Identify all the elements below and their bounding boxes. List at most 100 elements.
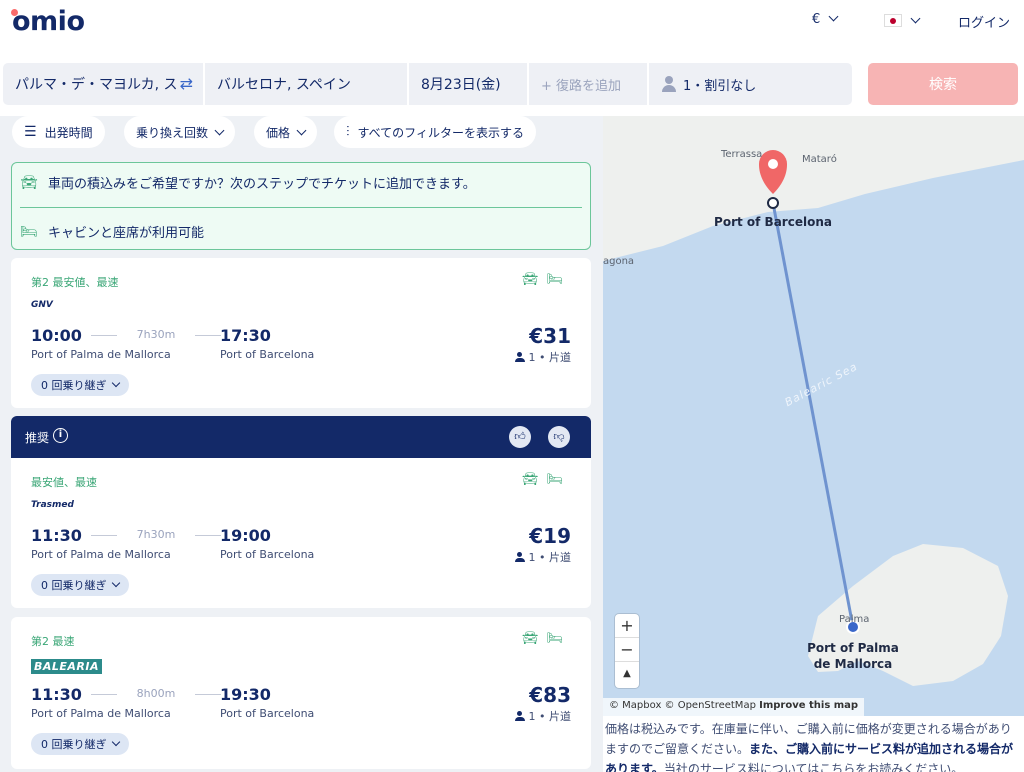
amenity-icons: 🚘︎🛏︎	[522, 272, 571, 287]
origin-value: パルマ・デ・マヨルカ, ス	[15, 77, 178, 93]
car-icon: 🚘︎	[521, 272, 547, 287]
origin-field[interactable]: パルマ・デ・マヨルカ, ス ⇄	[3, 63, 203, 105]
login-link[interactable]: ログイン	[958, 12, 1010, 31]
map-label-palma: Palma	[839, 614, 870, 625]
top-header: omio € ログイン	[0, 0, 1024, 52]
vehicle-notice: 🚘︎ 車両の積込みをご希望ですか？次のステップでチケットに追加できます。 🛏︎ …	[11, 162, 591, 250]
currency-selector[interactable]: €	[812, 11, 839, 27]
transfers-label: 0 回乗り継ぎ	[41, 379, 107, 392]
chevron-down-icon	[111, 578, 120, 588]
date-field[interactable]: 8月23日(金)	[409, 63, 527, 105]
chevron-down-icon	[296, 125, 307, 135]
zoom-in-button[interactable]: +	[615, 614, 639, 638]
port-barcelona-label: Port of Barcelona	[714, 215, 832, 229]
result-card[interactable]: 第2 最速 🚘︎🛏︎ BALEARIA 11:30 8h00m 19:30 Po…	[11, 617, 591, 769]
omio-logo[interactable]: omio	[12, 6, 85, 37]
destination-station: Port of Barcelona	[220, 348, 315, 361]
bed-icon: 🛏︎	[546, 272, 571, 287]
divider	[20, 207, 582, 208]
destination-field[interactable]: バルセロナ, スペイン	[205, 63, 407, 105]
search-button[interactable]: 検索	[868, 63, 1018, 105]
passenger-info: 1 • 片道	[514, 349, 571, 365]
chevron-down-icon	[214, 125, 225, 135]
filter-transfers[interactable]: 乗り換え回数	[124, 116, 236, 148]
origin-station: Port of Palma de Mallorca	[31, 548, 171, 561]
operator-logo: GNV	[31, 300, 53, 310]
zoom-out-button[interactable]: −	[615, 638, 639, 662]
result-card[interactable]: 最安値、最速 🚘︎🛏︎ Trasmed 11:30 7h30m 19:00 Po…	[11, 458, 591, 608]
filter-all[interactable]: ⫶ すべてのフィルターを表示する	[334, 116, 536, 148]
barcelona-dot	[767, 197, 779, 209]
price: €31	[529, 324, 571, 348]
sort-icon: ☰	[24, 124, 37, 140]
origin-station: Port of Palma de Mallorca	[31, 348, 171, 361]
notice-cabin-row: 🛏︎ キャビンと座席が利用可能	[20, 222, 204, 242]
filter-label: 出発時間	[44, 125, 93, 140]
pin-center	[768, 159, 778, 169]
improve-map-link[interactable]: Improve this map	[759, 700, 858, 711]
destination-station: Port of Barcelona	[220, 707, 315, 720]
notice-vehicle-row: 🚘︎ 車両の積込みをご希望ですか？次のステップでチケットに追加できます。	[20, 173, 476, 193]
map-canvas	[603, 116, 1024, 686]
thumbs-up-icon[interactable]: 👍︎	[509, 426, 531, 448]
person-icon	[514, 352, 525, 362]
filter-label: すべてのフィルターを表示する	[357, 125, 524, 140]
mainland-land	[603, 116, 1024, 261]
service-fee-link[interactable]: 当社のサービス料についてはこちらをお読みください。	[664, 762, 963, 772]
currency-label: €	[812, 12, 821, 27]
origin-station: Port of Palma de Mallorca	[31, 707, 171, 720]
filter-departure-time[interactable]: ☰ 出発時間	[12, 116, 105, 148]
transfers-toggle[interactable]: 0 回乗り継ぎ	[31, 733, 129, 755]
passenger-info: 1 • 片道	[514, 708, 571, 724]
filter-price[interactable]: 価格	[254, 116, 318, 148]
destination-station: Port of Barcelona	[220, 548, 315, 561]
destination-value: バルセロナ, スペイン	[217, 77, 351, 93]
transfers-label: 0 回乗り継ぎ	[41, 738, 107, 751]
operator-logo: BALEARIA	[31, 659, 103, 674]
transfers-label: 0 回乗り継ぎ	[41, 579, 107, 592]
port-palma-line2: de Mallorca	[813, 657, 893, 671]
map-attribution: © Mapbox © OpenStreetMap Improve this ma…	[603, 698, 865, 716]
arrive-time: 19:00	[220, 526, 271, 545]
transfers-toggle[interactable]: 0 回乗り継ぎ	[31, 374, 129, 396]
route-map[interactable]: Terrassa Mataró agona Balearic Sea Palma…	[603, 116, 1024, 716]
transfers-toggle[interactable]: 0 回乗り継ぎ	[31, 574, 129, 596]
language-selector[interactable]	[884, 12, 921, 29]
result-tag: 第2 最安値、最速	[31, 276, 119, 289]
duration: 7h30m	[91, 528, 221, 541]
return-placeholder: + 復路を追加	[541, 78, 622, 94]
notice-vehicle-text: 車両の積込みをご希望ですか？次のステップでチケットに追加できます。	[48, 177, 476, 192]
recommended-label: 推奨	[25, 431, 50, 445]
results-panel: ☰ 出発時間 乗り換え回数 価格 ⫶ すべてのフィルターを表示する 🚘︎ 車両の…	[0, 116, 603, 772]
swap-icon[interactable]: ⇄	[179, 74, 193, 93]
price-disclaimer: 価格は税込みです。在庫量に伴い、ご購入前に価格が変更される場合がありますのでご留…	[605, 719, 1021, 772]
car-icon: 🚘︎	[521, 631, 547, 646]
map-label-terrassa: Terrassa	[721, 149, 763, 160]
pax-text: 1 • 片道	[528, 710, 571, 723]
price: €19	[529, 524, 571, 548]
pax-text: 1 • 片道	[528, 351, 571, 364]
chevron-down-icon	[111, 737, 120, 747]
passengers-value: 1・割引なし	[683, 78, 757, 94]
compass-icon[interactable]: ▲	[615, 662, 639, 686]
sliders-icon: ⫶	[346, 124, 350, 140]
passengers-field[interactable]: 1・割引なし	[649, 63, 852, 105]
attribution-text[interactable]: © Mapbox © OpenStreetMap	[609, 700, 756, 711]
chevron-down-icon	[910, 13, 921, 24]
duration: 8h00m	[91, 687, 221, 700]
filter-label: 価格	[266, 125, 291, 140]
chevron-down-icon	[111, 378, 120, 388]
person-icon	[514, 552, 525, 562]
info-icon[interactable]: i	[53, 428, 68, 443]
result-tag: 第2 最速	[31, 635, 75, 648]
car-icon: 🚘︎	[521, 472, 547, 487]
amenity-icons: 🚘︎🛏︎	[522, 472, 571, 487]
pax-text: 1 • 片道	[528, 551, 571, 564]
port-palma-label: Port of Palma de Mallorca	[801, 640, 905, 672]
thumbs-down-icon[interactable]: 👎︎	[548, 426, 570, 448]
depart-time: 10:00	[31, 326, 82, 345]
result-card[interactable]: 第2 最安値、最速 🚘︎🛏︎ GNV 10:00 7h30m 17:30 Por…	[11, 258, 591, 408]
duration: 7h30m	[91, 328, 221, 341]
arrive-time: 17:30	[220, 326, 271, 345]
return-date-field[interactable]: + 復路を追加	[529, 63, 647, 105]
